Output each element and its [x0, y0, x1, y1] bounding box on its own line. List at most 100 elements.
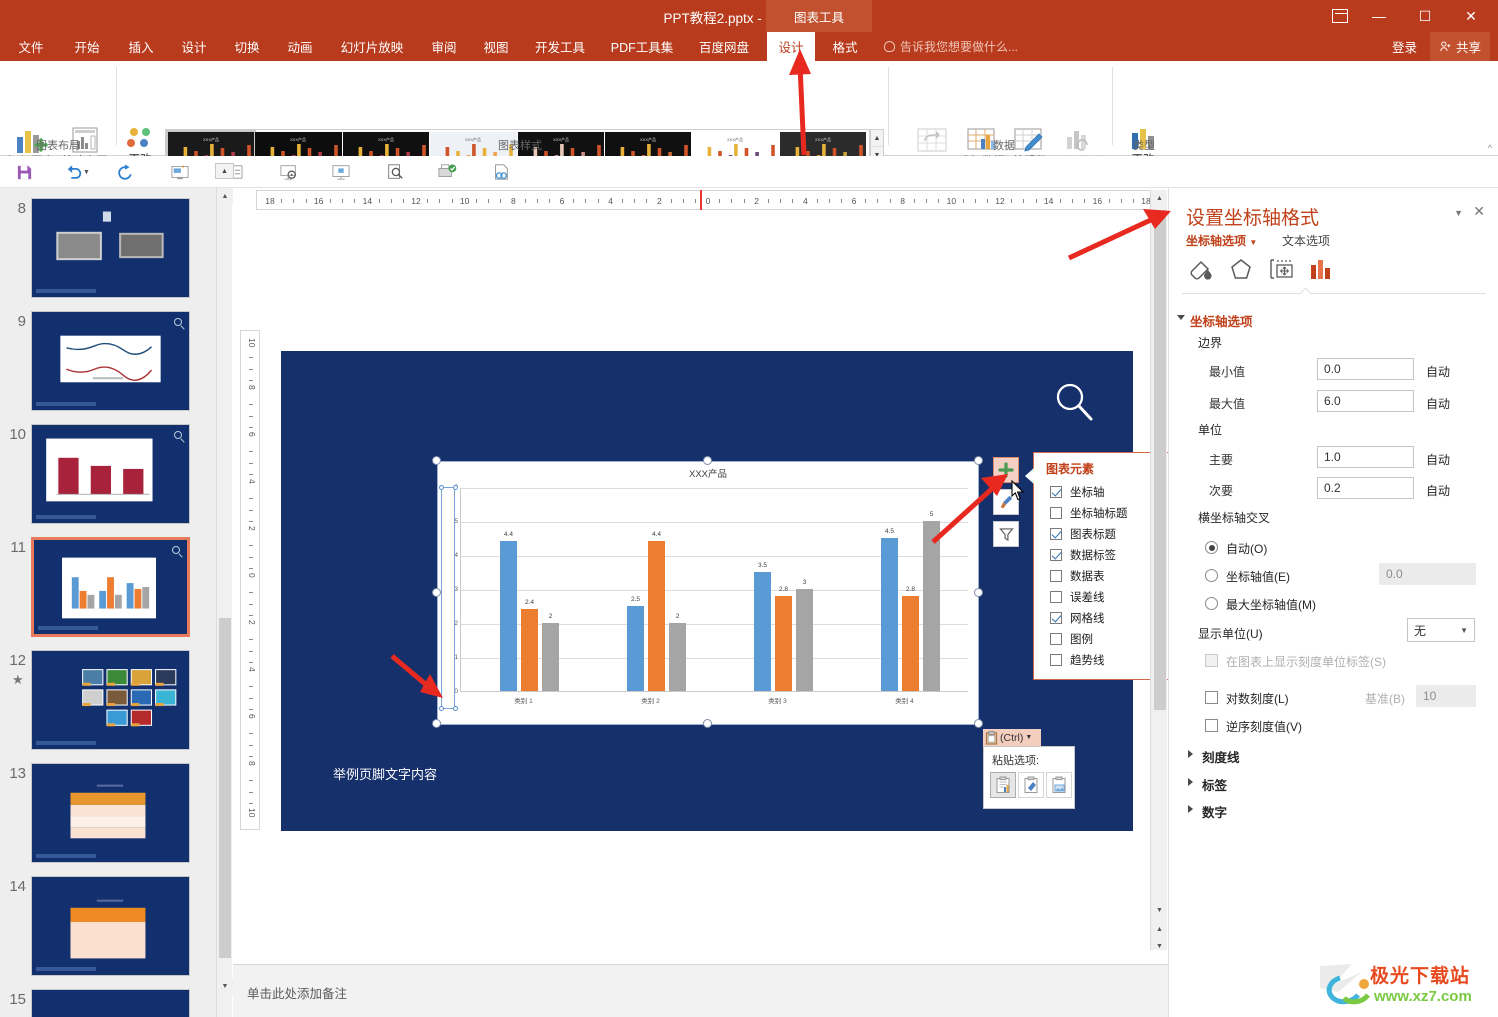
slide-thumbnail-frame[interactable] — [31, 650, 190, 750]
chart-bar[interactable] — [669, 623, 686, 691]
chart-data-label[interactable]: 2.5 — [620, 596, 651, 603]
slide-thumbnail-frame[interactable] — [31, 198, 190, 298]
chart-element-item-5[interactable]: 误差线 — [1050, 586, 1105, 607]
task-pane-options-button[interactable]: ▼ — [1454, 208, 1463, 218]
presenter-view-button[interactable] — [277, 160, 301, 184]
thumbnails-scrollbar[interactable]: ▲ ▼ — [216, 188, 233, 1017]
checkbox[interactable] — [1050, 653, 1062, 666]
slide-thumbnail-8[interactable]: 8 — [0, 198, 216, 298]
slide-thumbnail-12[interactable]: 12 ★ — [0, 650, 216, 750]
slide-thumbnail-frame[interactable] — [31, 763, 190, 863]
x-axis-category-label[interactable]: 类别 1 — [460, 695, 587, 705]
scroll-thumb[interactable] — [1154, 210, 1166, 710]
chart-title[interactable]: XXX产品 — [438, 466, 978, 480]
ribbon-tab-8[interactable]: 视图 — [473, 32, 519, 61]
notes-pane[interactable]: 单击此处添加备注 — [233, 964, 1168, 1017]
axis-selection-handle[interactable] — [439, 706, 444, 711]
chart-bar[interactable] — [542, 623, 559, 691]
axis-selection-handle[interactable] — [453, 706, 458, 711]
slide-vertical-scrollbar[interactable]: ▲ ▼ ▲ ▼ — [1150, 190, 1167, 950]
tab-axis-options[interactable]: 坐标轴选项 ▼ — [1186, 232, 1257, 249]
tab-text-options[interactable]: 文本选项 — [1282, 232, 1330, 249]
undo-dropdown-button[interactable]: ▼ — [83, 169, 90, 176]
reverse-order-label[interactable]: 逆序刻度值(V) — [1226, 718, 1302, 735]
restore-window-icon[interactable] — [1332, 9, 1348, 23]
ribbon-tab-9[interactable]: 开发工具 — [525, 32, 595, 61]
chart-element-item-7[interactable]: 图例 — [1050, 628, 1093, 649]
checkbox[interactable] — [1050, 506, 1062, 519]
chart-resize-handle[interactable] — [974, 456, 983, 465]
checkbox[interactable] — [1050, 569, 1062, 582]
chart-plot-area[interactable]: 01234564.42.42类别 12.54.42类别 23.52.83类别 3… — [454, 484, 968, 705]
slide-thumbnail-frame[interactable] — [31, 989, 190, 1017]
chart-object[interactable]: XXX产品 01234564.42.42类别 12.54.42类别 23.52.… — [437, 461, 979, 725]
chart-element-item-4[interactable]: 数据表 — [1050, 565, 1105, 586]
crosses-maximum-axis-value-radio[interactable] — [1205, 597, 1218, 610]
major-unit-input[interactable]: 1.0 — [1317, 446, 1414, 468]
chart-resize-handle[interactable] — [432, 588, 441, 597]
slide-thumbnails-pane[interactable]: 8 9 10 11 12 ★ 13 14 15 — [0, 188, 232, 1017]
chart-resize-handle[interactable] — [432, 719, 441, 728]
major-unit-auto-button[interactable]: 自动 — [1426, 451, 1450, 468]
start-slideshow-button[interactable] — [168, 160, 192, 184]
x-axis-category-label[interactable]: 类别 3 — [714, 695, 841, 705]
chart-bar[interactable] — [881, 538, 898, 691]
chart-data-label[interactable]: 4.4 — [641, 531, 672, 538]
checkbox[interactable] — [1050, 611, 1062, 624]
chart-data-label[interactable]: 3 — [789, 579, 820, 586]
tick-marks-expander[interactable] — [1188, 750, 1193, 758]
x-axis-line[interactable] — [460, 691, 968, 692]
chart-element-item-8[interactable]: 趋势线 — [1050, 649, 1105, 670]
chart-element-item-3[interactable]: 数据标签 — [1050, 544, 1116, 565]
chart-bar[interactable] — [521, 609, 538, 691]
chart-data-label[interactable]: 2 — [535, 613, 566, 620]
next-slide-button[interactable]: ▼ — [1151, 938, 1168, 955]
chart-data-label[interactable]: 2.4 — [514, 599, 545, 606]
chart-data-label[interactable]: 2 — [662, 613, 693, 620]
thumbnails-scroll-thumb[interactable] — [219, 618, 231, 958]
labels-section[interactable]: 标签 — [1202, 775, 1227, 794]
share-button[interactable]: 共享 — [1430, 32, 1491, 61]
chart-resize-handle[interactable] — [974, 588, 983, 597]
chart-bar[interactable] — [775, 595, 792, 691]
crosses-axis-value-label[interactable]: 坐标轴值(E) — [1226, 568, 1290, 585]
chart-resize-handle[interactable] — [703, 719, 712, 728]
slide-thumbnail-frame[interactable] — [31, 311, 190, 411]
ribbon-tab-6[interactable]: 幻灯片放映 — [330, 32, 414, 61]
chart-resize-handle[interactable] — [703, 456, 712, 465]
ribbon-tab-2[interactable]: 插入 — [118, 32, 164, 61]
fill-line-icon[interactable] — [1186, 255, 1220, 285]
x-axis-category-label[interactable]: 类别 4 — [841, 695, 968, 705]
ruler-scroll-up-button[interactable]: ▲ — [215, 163, 234, 179]
chart-data-label[interactable]: 2.8 — [768, 586, 799, 593]
crosses-axis-value-radio[interactable] — [1205, 569, 1218, 582]
chart-element-item-1[interactable]: 坐标轴标题 — [1050, 502, 1128, 523]
chart-bar[interactable] — [500, 541, 517, 691]
display-units-select[interactable]: 无 ▼ — [1407, 618, 1475, 642]
slide-footer-text[interactable]: 举例页脚文字内容 — [333, 764, 437, 783]
ribbon-tab-5[interactable]: 动画 — [277, 32, 323, 61]
tell-me-search[interactable]: 告诉我您想要做什么... — [884, 32, 1018, 61]
vertical-ruler[interactable]: 10 8 6 4 2 0 2 4 6 8 10 — [240, 330, 260, 830]
minor-unit-auto-button[interactable]: 自动 — [1426, 482, 1450, 499]
slide-thumbnail-15[interactable]: 15 — [0, 989, 216, 1017]
close-button[interactable]: ✕ — [1448, 0, 1494, 32]
slide-thumbnail-14[interactable]: 14 — [0, 876, 216, 976]
collapse-ribbon-button[interactable]: ^ — [1488, 143, 1492, 153]
effects-icon[interactable] — [1226, 255, 1260, 285]
slide-thumbnail-11[interactable]: 11 — [0, 537, 216, 637]
ribbon-tab-1[interactable]: 开始 — [64, 32, 110, 61]
checkbox[interactable] — [1050, 590, 1062, 603]
slide-thumbnail-frame[interactable] — [31, 424, 190, 524]
paste-options-button[interactable]: (Ctrl) ▼ — [983, 729, 1041, 746]
ribbon-tab-11[interactable]: 百度网盘 — [689, 32, 759, 61]
ribbon-tab-10[interactable]: PDF工具集 — [602, 32, 682, 61]
horizontal-ruler[interactable]: 18 16 14 12 10 8 6 4 2 0 2 4 6 8 10 12 14 16 18 — [256, 190, 1159, 210]
thumbnails-scroll-up-button[interactable]: ▲ — [217, 188, 233, 205]
gallery-scroll-up-button[interactable]: ▲ — [871, 130, 883, 147]
ribbon-tab-0[interactable]: 文件 — [8, 32, 54, 61]
ribbon-tab-3[interactable]: 设计 — [171, 32, 217, 61]
scroll-down-button[interactable]: ▼ — [1151, 902, 1168, 919]
logarithmic-scale-label[interactable]: 对数刻度(L) — [1226, 690, 1289, 707]
axis-selection-handle[interactable] — [439, 485, 444, 490]
